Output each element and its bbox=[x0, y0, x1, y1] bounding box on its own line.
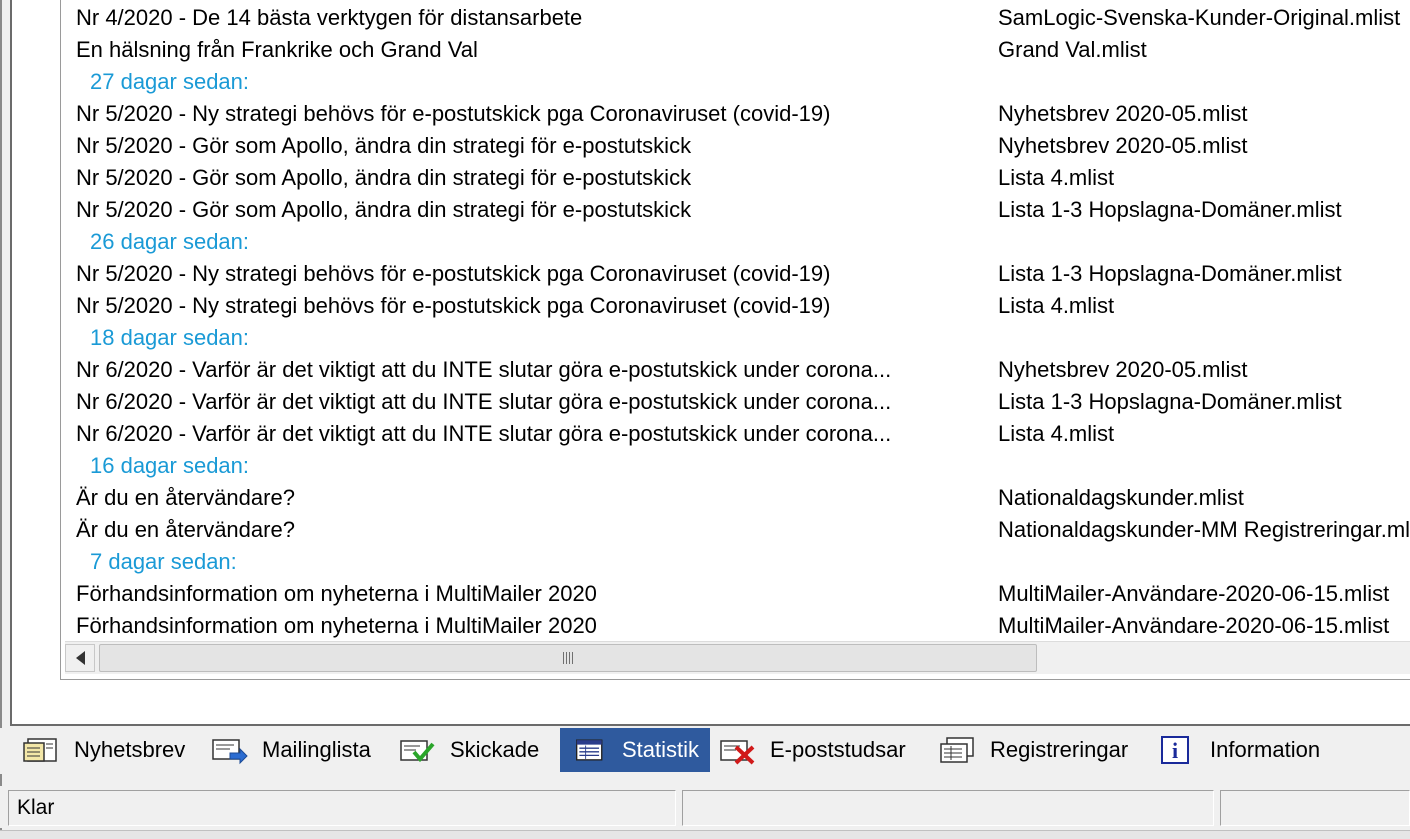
mailing-list-file: Grand Val.mlist bbox=[998, 37, 1147, 62]
tab-nyhetsbrev[interactable]: Nyhetsbrev bbox=[20, 728, 198, 772]
mailing-list-file: Lista 4.mlist bbox=[998, 293, 1115, 318]
scrollbar-thumb[interactable] bbox=[99, 644, 1037, 672]
list-item[interactable]: Nr 6/2020 - Varför är det viktigt att du… bbox=[61, 386, 1410, 418]
date-group-header: 7 dagar sedan: bbox=[61, 546, 1410, 578]
tab-e-poststudsar[interactable]: E-poststudsar bbox=[718, 728, 928, 772]
date-group-label: 7 dagar sedan: bbox=[90, 549, 237, 574]
list-item[interactable]: Nr 5/2020 - Gör som Apollo, ändra din st… bbox=[61, 130, 1410, 162]
newsletter-icon bbox=[23, 738, 57, 762]
tab-label: Information bbox=[1210, 737, 1321, 762]
mailing-title: En hälsning från Frankrike och Grand Val bbox=[76, 37, 478, 62]
mailing-title: Nr 6/2020 - Varför är det viktigt att du… bbox=[76, 421, 892, 446]
sent-mailings-list[interactable]: Nr 4/2020 - De 14 bästa verktygen för di… bbox=[60, 0, 1410, 680]
content-pane: Nr 4/2020 - De 14 bästa verktygen för di… bbox=[10, 0, 1410, 726]
list-item[interactable]: Nr 5/2020 - Ny strategi behövs för e-pos… bbox=[61, 258, 1410, 290]
status-text: Klar bbox=[8, 790, 676, 826]
statistics-icon bbox=[576, 739, 603, 761]
tab-information[interactable]: i Information bbox=[1158, 728, 1338, 772]
sent-check-icon bbox=[400, 740, 435, 763]
scroll-left-button[interactable] bbox=[65, 644, 95, 672]
date-group-header: 26 dagar sedan: bbox=[61, 226, 1410, 258]
mailing-list-icon bbox=[212, 739, 248, 765]
list-item[interactable]: Nr 5/2020 - Ny strategi behövs för e-pos… bbox=[61, 290, 1410, 322]
mailing-title: Nr 4/2020 - De 14 bästa verktygen för di… bbox=[76, 5, 583, 30]
date-group-label: 26 dagar sedan: bbox=[90, 229, 250, 254]
mailing-title: Nr 5/2020 - Gör som Apollo, ändra din st… bbox=[76, 197, 692, 222]
tab-label: Statistik bbox=[622, 737, 700, 762]
list-item[interactable]: Förhandsinformation om nyheterna i Multi… bbox=[61, 578, 1410, 610]
mailing-list-file: Nyhetsbrev 2020-05.mlist bbox=[998, 133, 1248, 158]
list-item[interactable]: Nr 6/2020 - Varför är det viktigt att du… bbox=[61, 418, 1410, 450]
list-item[interactable]: En hälsning från Frankrike och Grand Val… bbox=[61, 34, 1410, 66]
date-group-label: 27 dagar sedan: bbox=[90, 69, 250, 94]
mailing-list-file: Lista 1-3 Hopslagna-Domäner.mlist bbox=[998, 197, 1342, 222]
registrations-icon bbox=[940, 737, 974, 763]
arrow-left-icon bbox=[75, 651, 85, 665]
mailing-list-file: Lista 1-3 Hopslagna-Domäner.mlist bbox=[998, 261, 1342, 286]
list-rows: Nr 4/2020 - De 14 bästa verktygen för di… bbox=[61, 2, 1410, 642]
mailing-list-file: Nationaldagskunder-MM Registreringar.mli… bbox=[998, 517, 1410, 542]
mailing-title: Nr 5/2020 - Ny strategi behövs för e-pos… bbox=[76, 293, 831, 318]
date-group-header: 16 dagar sedan: bbox=[61, 450, 1410, 482]
date-group-header: 27 dagar sedan: bbox=[61, 66, 1410, 98]
list-item[interactable]: Nr 5/2020 - Gör som Apollo, ändra din st… bbox=[61, 162, 1410, 194]
bottom-tab-bar: Nyhetsbrev Mailinglista Skickade Statist… bbox=[0, 728, 1410, 774]
mailing-title: Nr 5/2020 - Gör som Apollo, ändra din st… bbox=[76, 165, 692, 190]
tab-label: E-poststudsar bbox=[770, 737, 906, 762]
mailing-list-file: MultiMailer-Användare-2020-06-15.mlist bbox=[998, 613, 1390, 638]
tab-label: Nyhetsbrev bbox=[74, 737, 186, 762]
info-icon: i bbox=[1161, 736, 1189, 764]
mailing-list-file: Lista 1-3 Hopslagna-Domäner.mlist bbox=[998, 389, 1342, 414]
bounce-x-icon bbox=[720, 740, 755, 765]
mailing-list-file: Nyhetsbrev 2020-05.mlist bbox=[998, 357, 1248, 382]
date-group-label: 18 dagar sedan: bbox=[90, 325, 250, 350]
tab-label: Mailinglista bbox=[262, 737, 371, 762]
mailing-list-file: MultiMailer-Användare-2020-06-15.mlist bbox=[998, 581, 1390, 606]
status-panel-2 bbox=[682, 790, 1214, 826]
mailing-title: Nr 5/2020 - Ny strategi behövs för e-pos… bbox=[76, 261, 831, 286]
mailing-title: Är du en återvändare? bbox=[76, 517, 295, 542]
status-bar: Klar bbox=[0, 786, 1410, 828]
mailing-title: Förhandsinformation om nyheterna i Multi… bbox=[76, 613, 597, 638]
svg-text:i: i bbox=[1172, 738, 1178, 763]
list-item[interactable]: Är du en återvändare? Nationaldagskunder.… bbox=[61, 482, 1410, 514]
date-group-label: 16 dagar sedan: bbox=[90, 453, 250, 478]
mailing-title: Nr 5/2020 - Gör som Apollo, ändra din st… bbox=[76, 133, 692, 158]
tab-registreringar[interactable]: Registreringar bbox=[938, 728, 1148, 772]
tab-skickade[interactable]: Skickade bbox=[398, 728, 558, 772]
list-item[interactable]: Nr 5/2020 - Gör som Apollo, ändra din st… bbox=[61, 194, 1410, 226]
mailing-title: Nr 5/2020 - Ny strategi behövs för e-pos… bbox=[76, 101, 831, 126]
list-item[interactable]: Nr 5/2020 - Ny strategi behövs för e-pos… bbox=[61, 98, 1410, 130]
mailing-list-file: Lista 4.mlist bbox=[998, 165, 1115, 190]
mailing-title: Nr 6/2020 - Varför är det viktigt att du… bbox=[76, 389, 892, 414]
tab-label: Skickade bbox=[450, 737, 540, 762]
tab-statistik[interactable]: Statistik bbox=[560, 728, 710, 772]
list-item[interactable]: Är du en återvändare? Nationaldagskunder-… bbox=[61, 514, 1410, 546]
date-group-header: 18 dagar sedan: bbox=[61, 322, 1410, 354]
horizontal-scrollbar[interactable] bbox=[65, 641, 1410, 674]
list-item[interactable]: Nr 6/2020 - Varför är det viktigt att du… bbox=[61, 354, 1410, 386]
mailing-title: Förhandsinformation om nyheterna i Multi… bbox=[76, 581, 597, 606]
mailing-title: Är du en återvändare? bbox=[76, 485, 295, 510]
list-item[interactable]: Nr 4/2020 - De 14 bästa verktygen för di… bbox=[61, 2, 1410, 34]
mailing-list-file: Nyhetsbrev 2020-05.mlist bbox=[998, 101, 1248, 126]
list-item[interactable]: Förhandsinformation om nyheterna i Multi… bbox=[61, 610, 1410, 642]
mailing-list-file: Lista 4.mlist bbox=[998, 421, 1115, 446]
mailing-list-file: SamLogic-Svenska-Kunder-Original.mlist bbox=[998, 5, 1401, 30]
mailing-list-file: Nationaldagskunder.mlist bbox=[998, 485, 1244, 510]
mailing-title: Nr 6/2020 - Varför är det viktigt att du… bbox=[76, 357, 892, 382]
tab-label: Registreringar bbox=[990, 737, 1129, 762]
tab-mailinglista[interactable]: Mailinglista bbox=[210, 728, 390, 772]
grip-icon bbox=[563, 652, 573, 664]
status-panel-3 bbox=[1220, 790, 1410, 826]
